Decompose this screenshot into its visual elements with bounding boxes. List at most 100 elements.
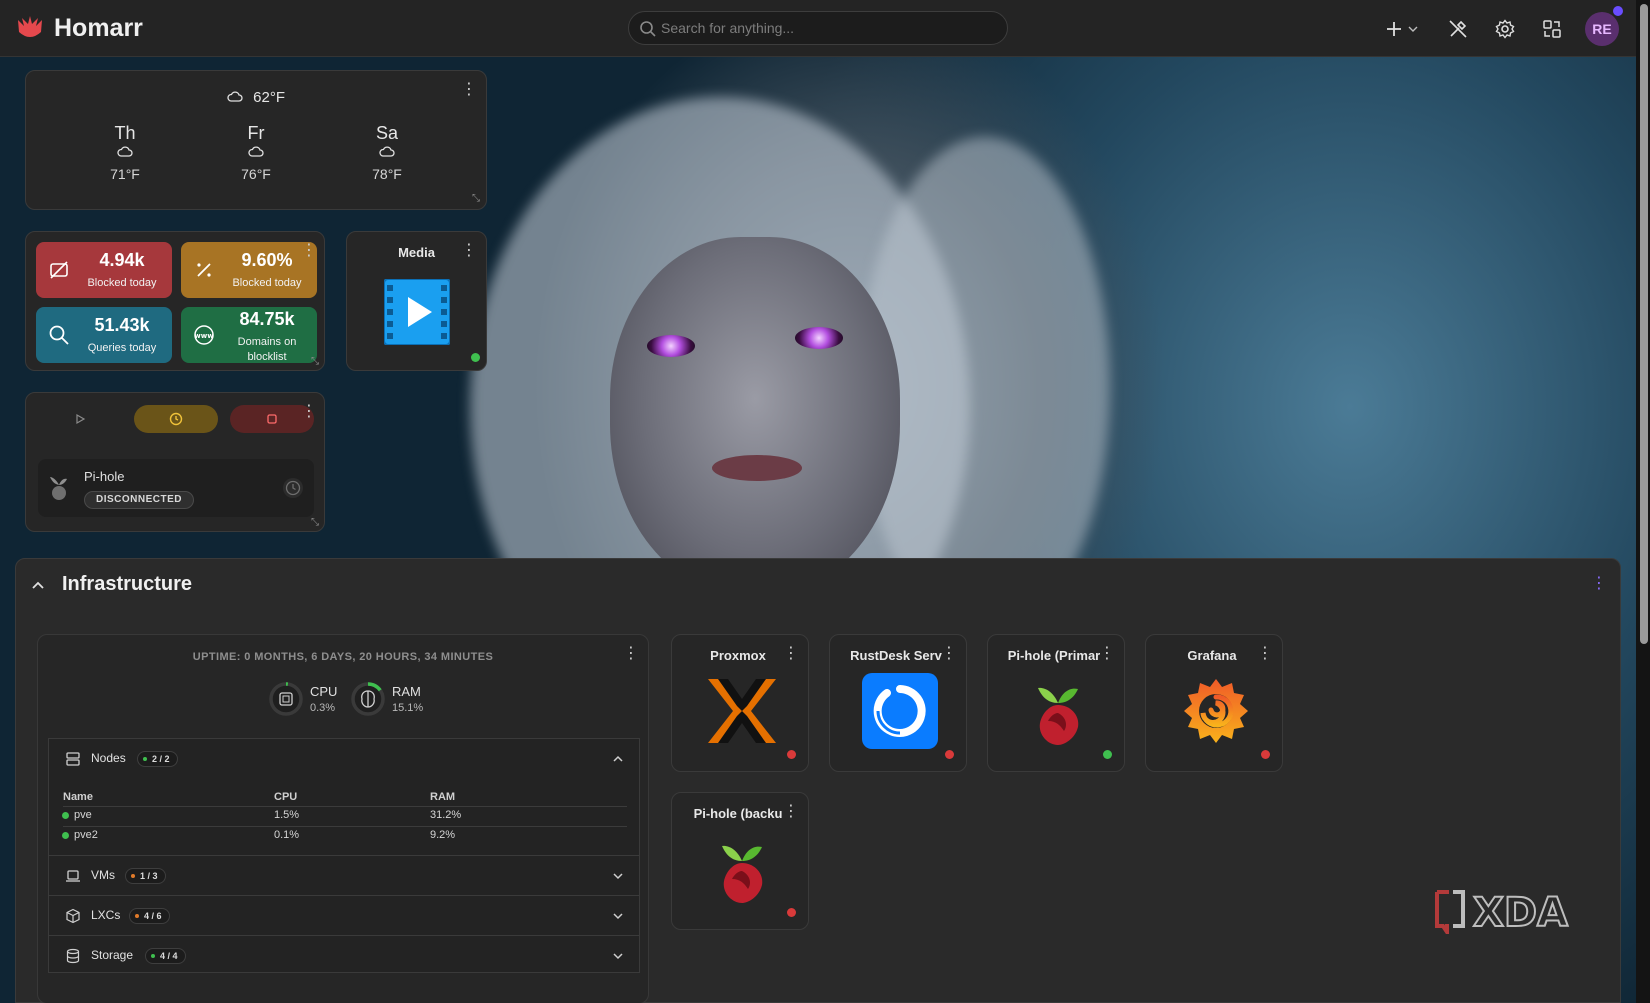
scrollbar-thumb[interactable]	[1640, 4, 1648, 644]
pihole-stats-widget: 4.94k Blocked today 9.60% Blocked today …	[25, 231, 325, 371]
chevron-down-icon	[613, 913, 623, 920]
stat-label: Domains on blocklist	[237, 336, 297, 363]
weather-widget: 62°F Th 71°F Fr 76°F Sa 78°F ⋮ ⤡	[25, 70, 487, 210]
service-row: Pi-hole DISCONNECTED	[38, 459, 314, 517]
node-status-dot	[62, 812, 69, 819]
node-cpu: 0.1%	[274, 829, 300, 841]
media-widget[interactable]: Media ⋮	[346, 231, 487, 371]
status-dot	[471, 353, 480, 362]
vms-count: 1 / 3	[140, 871, 158, 881]
node-name: pve	[74, 809, 92, 821]
node-ram: 9.2%	[430, 829, 456, 841]
widget-menu-button[interactable]: ⋮	[622, 643, 640, 665]
chevron-up-icon[interactable]	[28, 575, 48, 595]
lxcs-header[interactable]: LXCs 4 / 6	[49, 895, 639, 935]
app-tile-pihole-backup[interactable]: Pi-hole (backu ⋮	[671, 792, 809, 930]
edit-mode-button[interactable]	[1441, 12, 1475, 46]
forecast-day-name: Fr	[247, 123, 265, 143]
storage-count: 4 / 4	[160, 951, 178, 961]
vms-count-badge: 1 / 3	[125, 868, 166, 884]
node-name: pve2	[74, 829, 98, 841]
pihole-logo-icon	[50, 477, 67, 500]
node-status-dot	[62, 832, 69, 839]
nodes-count-badge: 2 / 2	[137, 751, 178, 767]
cloud-icon	[227, 91, 243, 102]
wallpaper-eye-shape	[647, 335, 695, 357]
current-temperature: 62°F	[253, 89, 286, 106]
section-menu-button[interactable]: ⋮	[1590, 573, 1608, 595]
resize-handle[interactable]: ⤡	[311, 517, 321, 528]
infrastructure-section: Infrastructure ⋮ UPTIME: 0 MONTHS, 6 DAY…	[15, 558, 1621, 1003]
app-name: RustDesk Serv	[850, 648, 942, 663]
service-name: Pi-hole	[84, 469, 125, 484]
vms-header[interactable]: VMs 1 / 3	[49, 855, 639, 895]
notification-dot	[1613, 6, 1623, 16]
stat-tile-queries: 51.43k Queries today	[36, 307, 172, 363]
wallpaper-face-shape	[610, 237, 900, 597]
storage-header[interactable]: Storage 4 / 4	[49, 935, 639, 975]
laptop-icon	[66, 870, 80, 882]
resize-handle[interactable]: ⤡	[472, 193, 482, 204]
stat-value: 51.43k	[94, 315, 150, 335]
settings-button[interactable]	[1488, 12, 1522, 46]
forecast-temp: 71°F	[110, 166, 140, 182]
app-name: Proxmox	[710, 648, 766, 663]
enable-button[interactable]	[38, 405, 122, 433]
forecast-day: Sa 78°F	[357, 123, 417, 182]
play-icon	[76, 413, 86, 425]
app-menu-button[interactable]: ⋮	[782, 801, 800, 823]
ram-gauge: RAM 15.1%	[350, 681, 423, 722]
wallpaper-eye-shape	[795, 327, 843, 349]
app-menu-button[interactable]: ⋮	[1098, 643, 1116, 665]
app-menu-button[interactable]: ⋮	[782, 643, 800, 665]
app-tile-rustdesk[interactable]: RustDesk Serv ⋮	[829, 634, 967, 772]
cloud-icon	[248, 146, 264, 157]
switch-board-button[interactable]	[1535, 12, 1569, 46]
pihole-logo-icon	[722, 845, 763, 903]
resize-handle[interactable]: ⤡	[311, 356, 321, 367]
app-menu-button[interactable]: ⋮	[940, 643, 958, 665]
widget-menu-button[interactable]: ⋮	[300, 240, 318, 262]
search-bar[interactable]	[628, 11, 1008, 45]
forecast-day: Th 71°F	[95, 123, 155, 182]
chevron-down-icon	[613, 953, 623, 960]
search-input[interactable]	[661, 12, 991, 44]
chevron-up-icon	[613, 755, 623, 762]
search-icon	[49, 325, 69, 345]
blocked-icon	[50, 261, 68, 279]
column-header-cpu: CPU	[274, 791, 298, 803]
stat-tile-percent: 9.60% Blocked today	[181, 242, 317, 298]
widget-menu-button[interactable]: ⋮	[460, 79, 478, 101]
app-tile-proxmox[interactable]: Proxmox ⋮	[671, 634, 809, 772]
lxcs-count-badge: 4 / 6	[129, 908, 170, 924]
app-tile-pihole-primary[interactable]: Pi-hole (Primar ⋮	[987, 634, 1125, 772]
svg-text:www: www	[194, 332, 214, 340]
app-tile-grafana[interactable]: Grafana ⋮	[1145, 634, 1283, 772]
disable-timer-button[interactable]	[134, 405, 218, 433]
nodes-header[interactable]: Nodes 2 / 2	[49, 739, 639, 779]
lxcs-count: 4 / 6	[144, 911, 162, 921]
rustdesk-logo-icon	[862, 673, 938, 749]
ram-label: RAM	[392, 684, 421, 699]
app-menu-button[interactable]: ⋮	[1256, 643, 1274, 665]
forecast-day: Fr 76°F	[226, 123, 286, 182]
app-status-dot	[1261, 750, 1270, 759]
stat-value: 84.75k	[239, 309, 295, 329]
add-item-button[interactable]	[1380, 12, 1424, 46]
status-dot	[143, 757, 147, 761]
stat-value: 4.94k	[99, 250, 145, 270]
ram-ring	[351, 682, 385, 716]
box-icon	[66, 908, 80, 924]
video-player-icon	[384, 279, 450, 345]
app-title[interactable]: Homarr	[54, 14, 143, 43]
cpu-gauge: CPU 0.3%	[268, 681, 337, 722]
user-avatar[interactable]: RE	[1585, 12, 1619, 46]
widget-menu-button[interactable]: ⋮	[300, 401, 318, 423]
clock-icon[interactable]	[282, 477, 304, 499]
cpu-label: CPU	[310, 684, 338, 699]
app-name: Pi-hole (backu	[693, 806, 783, 821]
widget-menu-button[interactable]: ⋮	[460, 240, 478, 262]
status-dot	[135, 914, 139, 918]
stat-label: Blocked today	[87, 277, 157, 289]
app-status-dot	[945, 750, 954, 759]
